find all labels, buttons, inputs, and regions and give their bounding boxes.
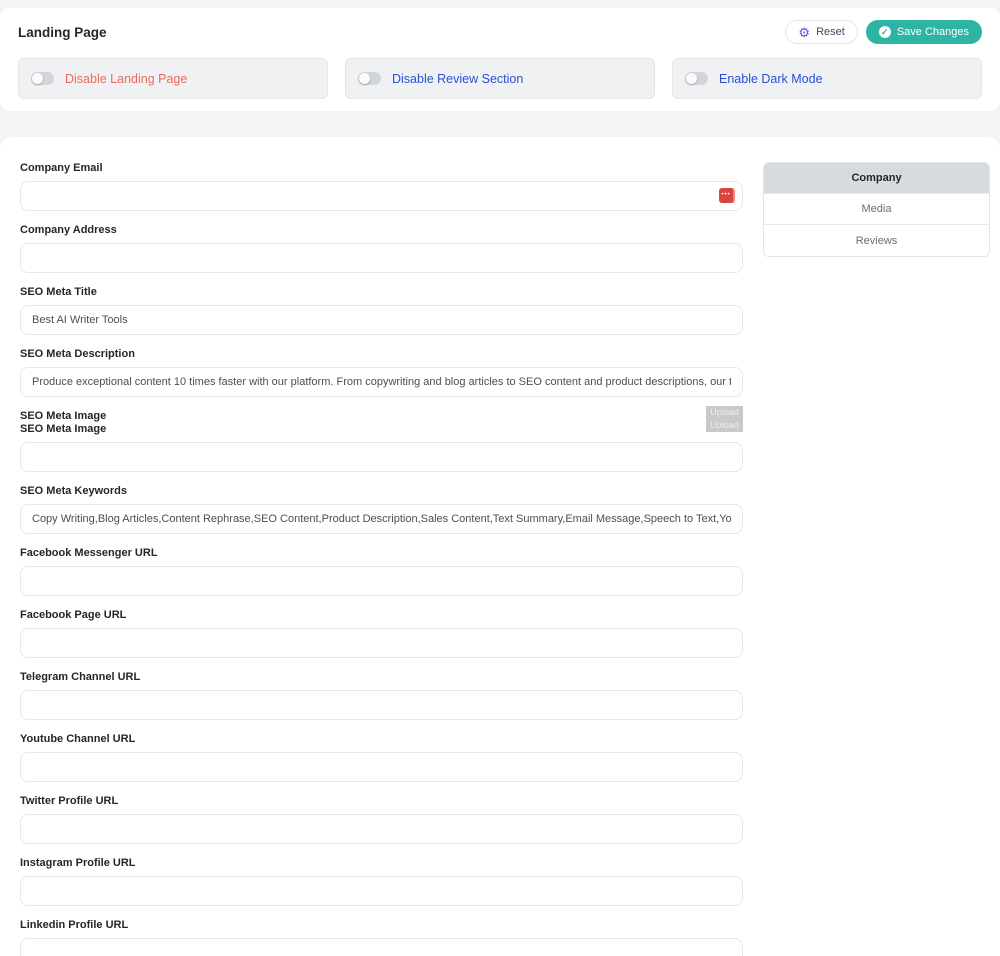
twitter-profile-url-label: Twitter Profile URL (20, 795, 743, 808)
check-circle-icon: ✓ (879, 26, 891, 38)
facebook-page-url-input[interactable] (20, 628, 743, 658)
youtube-channel-url-label: Youtube Channel URL (20, 733, 743, 746)
reset-button-label: Reset (816, 26, 845, 38)
field-seo-meta-description: SEO Meta Description (20, 348, 743, 397)
field-instagram-profile-url: Instagram Profile URL (20, 857, 743, 906)
header-row: Landing Page ⚙ Reset ✓ Save Changes (18, 20, 982, 44)
toggle-disable-landing-page[interactable]: Disable Landing Page (18, 58, 328, 99)
toggle-label: Disable Review Section (392, 72, 523, 86)
seo-meta-image-label-2: SEO Meta Image (20, 423, 106, 436)
telegram-channel-url-input[interactable] (20, 690, 743, 720)
seo-meta-title-input[interactable] (20, 305, 743, 335)
password-manager-autofill-icon[interactable]: ••• (719, 188, 735, 203)
toggle-knob (32, 73, 43, 84)
telegram-channel-url-label: Telegram Channel URL (20, 671, 743, 684)
toggle-knob (359, 73, 370, 84)
save-button-label: Save Changes (897, 26, 969, 38)
field-company-address: Company Address (20, 224, 743, 273)
upload-button[interactable]: Upload (706, 419, 743, 432)
company-email-input[interactable] (20, 181, 743, 211)
field-twitter-profile-url: Twitter Profile URL (20, 795, 743, 844)
seo-meta-keywords-input[interactable] (20, 504, 743, 534)
field-seo-meta-title: SEO Meta Title (20, 286, 743, 335)
seo-meta-image-input[interactable] (20, 442, 743, 472)
upload-button[interactable]: Upload (706, 406, 743, 419)
field-seo-meta-image: SEO Meta Image SEO Meta Image Upload Upl… (20, 410, 743, 472)
facebook-messenger-url-label: Facebook Messenger URL (20, 547, 743, 560)
company-settings-card: Company Email ••• Company Address SEO Me… (0, 137, 1000, 956)
field-company-email: Company Email ••• (20, 162, 743, 211)
upload-button-stack: Upload Upload (706, 406, 743, 432)
toggle-switch-icon[interactable] (31, 72, 54, 85)
company-address-input[interactable] (20, 243, 743, 273)
field-telegram-channel-url: Telegram Channel URL (20, 671, 743, 720)
tab-reviews[interactable]: Reviews (764, 225, 989, 256)
gear-icon: ⚙ (798, 26, 810, 39)
linkedin-profile-url-input[interactable] (20, 938, 743, 956)
field-youtube-channel-url: Youtube Channel URL (20, 733, 743, 782)
tab-media[interactable]: Media (764, 194, 989, 225)
seo-meta-keywords-label: SEO Meta Keywords (20, 485, 743, 498)
tab-company[interactable]: Company (764, 163, 989, 194)
instagram-profile-url-input[interactable] (20, 876, 743, 906)
toggle-label: Enable Dark Mode (719, 72, 823, 86)
toggle-disable-review-section[interactable]: Disable Review Section (345, 58, 655, 99)
toggle-label: Disable Landing Page (65, 72, 187, 86)
seo-meta-title-label: SEO Meta Title (20, 286, 743, 299)
facebook-page-url-label: Facebook Page URL (20, 609, 743, 622)
toggle-knob (686, 73, 697, 84)
seo-meta-image-label: SEO Meta Image (20, 410, 106, 423)
toggle-row: Disable Landing Page Disable Review Sect… (18, 58, 982, 99)
toggle-enable-dark-mode[interactable]: Enable Dark Mode (672, 58, 982, 99)
section-list: Company Media Reviews (763, 162, 990, 257)
settings-section-nav: Company Media Reviews (763, 162, 990, 257)
youtube-channel-url-input[interactable] (20, 752, 743, 782)
header-actions: ⚙ Reset ✓ Save Changes (785, 20, 982, 44)
field-facebook-messenger-url: Facebook Messenger URL (20, 547, 743, 596)
field-facebook-page-url: Facebook Page URL (20, 609, 743, 658)
instagram-profile-url-label: Instagram Profile URL (20, 857, 743, 870)
landing-page-settings-card: Landing Page ⚙ Reset ✓ Save Changes Disa… (0, 8, 1000, 111)
twitter-profile-url-input[interactable] (20, 814, 743, 844)
reset-button[interactable]: ⚙ Reset (785, 20, 857, 44)
page-title: Landing Page (18, 25, 107, 40)
company-address-label: Company Address (20, 224, 743, 237)
field-linkedin-profile-url: Linkedin Profile URL (20, 919, 743, 956)
toggle-switch-icon[interactable] (358, 72, 381, 85)
toggle-switch-icon[interactable] (685, 72, 708, 85)
field-seo-meta-keywords: SEO Meta Keywords (20, 485, 743, 534)
company-email-label: Company Email (20, 162, 743, 175)
company-form: Company Email ••• Company Address SEO Me… (20, 162, 743, 956)
seo-meta-description-input[interactable] (20, 367, 743, 397)
seo-meta-description-label: SEO Meta Description (20, 348, 743, 361)
facebook-messenger-url-input[interactable] (20, 566, 743, 596)
linkedin-profile-url-label: Linkedin Profile URL (20, 919, 743, 932)
save-changes-button[interactable]: ✓ Save Changes (866, 20, 982, 44)
